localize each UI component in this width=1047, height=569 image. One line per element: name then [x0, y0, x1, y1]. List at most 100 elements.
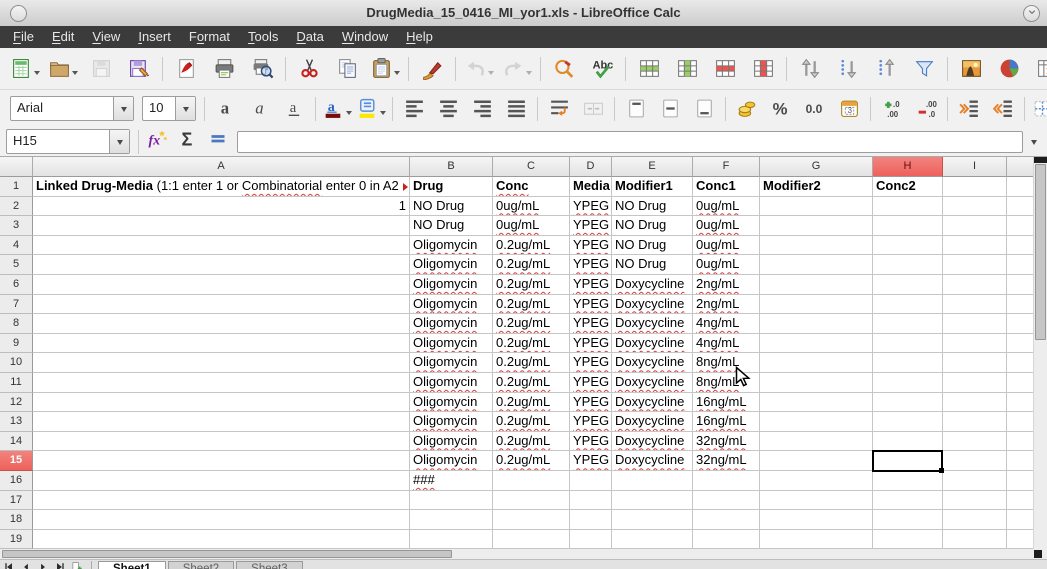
cell-E18[interactable]: [612, 510, 693, 530]
bold-button[interactable]: a: [209, 93, 243, 125]
cell-H8[interactable]: [873, 314, 943, 334]
highlighting-color-dropdown-arrow[interactable]: [380, 111, 386, 118]
cell-J19[interactable]: [1007, 530, 1033, 549]
function-wizard-button[interactable]: fx: [143, 129, 173, 155]
row-header-19[interactable]: 19: [0, 530, 33, 549]
delete-columns-button[interactable]: [744, 53, 782, 85]
cell-H2[interactable]: [873, 197, 943, 217]
cell-C1[interactable]: Conc: [493, 177, 570, 197]
paste-button[interactable]: [366, 53, 404, 85]
last-sheet-button[interactable]: [51, 561, 68, 569]
row-header-11[interactable]: 11: [0, 373, 33, 393]
cell-A7[interactable]: [33, 295, 410, 315]
row-header-16[interactable]: 16: [0, 471, 33, 491]
column-header-j[interactable]: J: [1007, 157, 1033, 177]
cell-B9[interactable]: Oligomycin: [410, 334, 493, 354]
cell-E11[interactable]: Doxycycline: [612, 373, 693, 393]
borders-button[interactable]: [1029, 93, 1047, 125]
cell-I11[interactable]: [943, 373, 1007, 393]
merge-cells-button[interactable]: [576, 93, 610, 125]
row-header-8[interactable]: 8: [0, 314, 33, 334]
cell-G9[interactable]: [760, 334, 873, 354]
next-sheet-button[interactable]: [34, 561, 51, 569]
export-pdf-button[interactable]: [167, 53, 205, 85]
clone-formatting-button[interactable]: [413, 53, 451, 85]
formula-button[interactable]: [203, 129, 233, 155]
row-header-10[interactable]: 10: [0, 353, 33, 373]
cell-B6[interactable]: Oligomycin: [410, 275, 493, 295]
cell-I13[interactable]: [943, 412, 1007, 432]
cell-B2[interactable]: NO Drug: [410, 197, 493, 217]
align-left-button[interactable]: [397, 93, 431, 125]
column-header-i[interactable]: I: [943, 157, 1007, 177]
cell-F1[interactable]: Conc1: [693, 177, 760, 197]
delete-rows-button[interactable]: [706, 53, 744, 85]
cell-G15[interactable]: [760, 451, 873, 471]
cell-A2[interactable]: 1: [33, 197, 410, 217]
cell-D19[interactable]: [570, 530, 612, 549]
align-top-button[interactable]: [619, 93, 653, 125]
cell-A10[interactable]: [33, 353, 410, 373]
add-sheet-button[interactable]: [68, 561, 85, 569]
cell-B5[interactable]: Oligomycin: [410, 255, 493, 275]
paste-dropdown-arrow[interactable]: [394, 71, 400, 78]
cell-B8[interactable]: Oligomycin: [410, 314, 493, 334]
wrap-text-button[interactable]: [542, 93, 576, 125]
menu-file[interactable]: File: [4, 26, 43, 48]
cell-C17[interactable]: [493, 491, 570, 511]
currency-button[interactable]: [730, 93, 764, 125]
cell-I17[interactable]: [943, 491, 1007, 511]
align-center-vertical-button[interactable]: [653, 93, 687, 125]
cell-F12[interactable]: 16ng/mL: [693, 393, 760, 413]
row-header-15[interactable]: 15: [0, 451, 33, 471]
cell-D9[interactable]: YPEG: [570, 334, 612, 354]
expand-formula-bar-button[interactable]: [1025, 131, 1043, 153]
sort-descending-button[interactable]: [829, 53, 867, 85]
cell-F5[interactable]: 0ug/mL: [693, 255, 760, 275]
cell-B7[interactable]: Oligomycin: [410, 295, 493, 315]
font-name-combo[interactable]: Arial: [10, 96, 134, 121]
cell-J16[interactable]: [1007, 471, 1033, 491]
cell-G14[interactable]: [760, 432, 873, 452]
name-box[interactable]: H15: [6, 129, 130, 154]
open-button[interactable]: [44, 53, 82, 85]
cell-I10[interactable]: [943, 353, 1007, 373]
cell-F11[interactable]: 8ng/mL: [693, 373, 760, 393]
cell-I2[interactable]: [943, 197, 1007, 217]
row-header-3[interactable]: 3: [0, 216, 33, 236]
cell-E12[interactable]: Doxycycline: [612, 393, 693, 413]
insert-image-button[interactable]: [952, 53, 990, 85]
cell-J14[interactable]: [1007, 432, 1033, 452]
cell-H11[interactable]: [873, 373, 943, 393]
cell-A9[interactable]: [33, 334, 410, 354]
row-header-4[interactable]: 4: [0, 236, 33, 256]
cell-A19[interactable]: [33, 530, 410, 549]
column-header-f[interactable]: F: [693, 157, 760, 177]
cell-B15[interactable]: Oligomycin: [410, 451, 493, 471]
cell-A8[interactable]: [33, 314, 410, 334]
cell-A12[interactable]: [33, 393, 410, 413]
cell-H13[interactable]: [873, 412, 943, 432]
cell-G18[interactable]: [760, 510, 873, 530]
cell-J7[interactable]: [1007, 295, 1033, 315]
undo-dropdown-arrow[interactable]: [488, 71, 494, 78]
cell-H15[interactable]: [873, 451, 943, 471]
underline-button[interactable]: a: [277, 93, 311, 125]
menu-window[interactable]: Window: [333, 26, 397, 48]
cell-G5[interactable]: [760, 255, 873, 275]
cell-A5[interactable]: [33, 255, 410, 275]
cell-E2[interactable]: NO Drug: [612, 197, 693, 217]
cell-B18[interactable]: [410, 510, 493, 530]
font-size-combo[interactable]: 10: [142, 96, 196, 121]
cell-I1[interactable]: [943, 177, 1007, 197]
find-replace-button[interactable]: [545, 53, 583, 85]
menu-edit[interactable]: Edit: [43, 26, 83, 48]
formula-input[interactable]: [237, 131, 1023, 153]
cell-F18[interactable]: [693, 510, 760, 530]
cell-E1[interactable]: Modifier1: [612, 177, 693, 197]
align-right-button[interactable]: [465, 93, 499, 125]
cell-F13[interactable]: 16ng/mL: [693, 412, 760, 432]
row-header-9[interactable]: 9: [0, 334, 33, 354]
cell-I19[interactable]: [943, 530, 1007, 549]
cell-J4[interactable]: [1007, 236, 1033, 256]
